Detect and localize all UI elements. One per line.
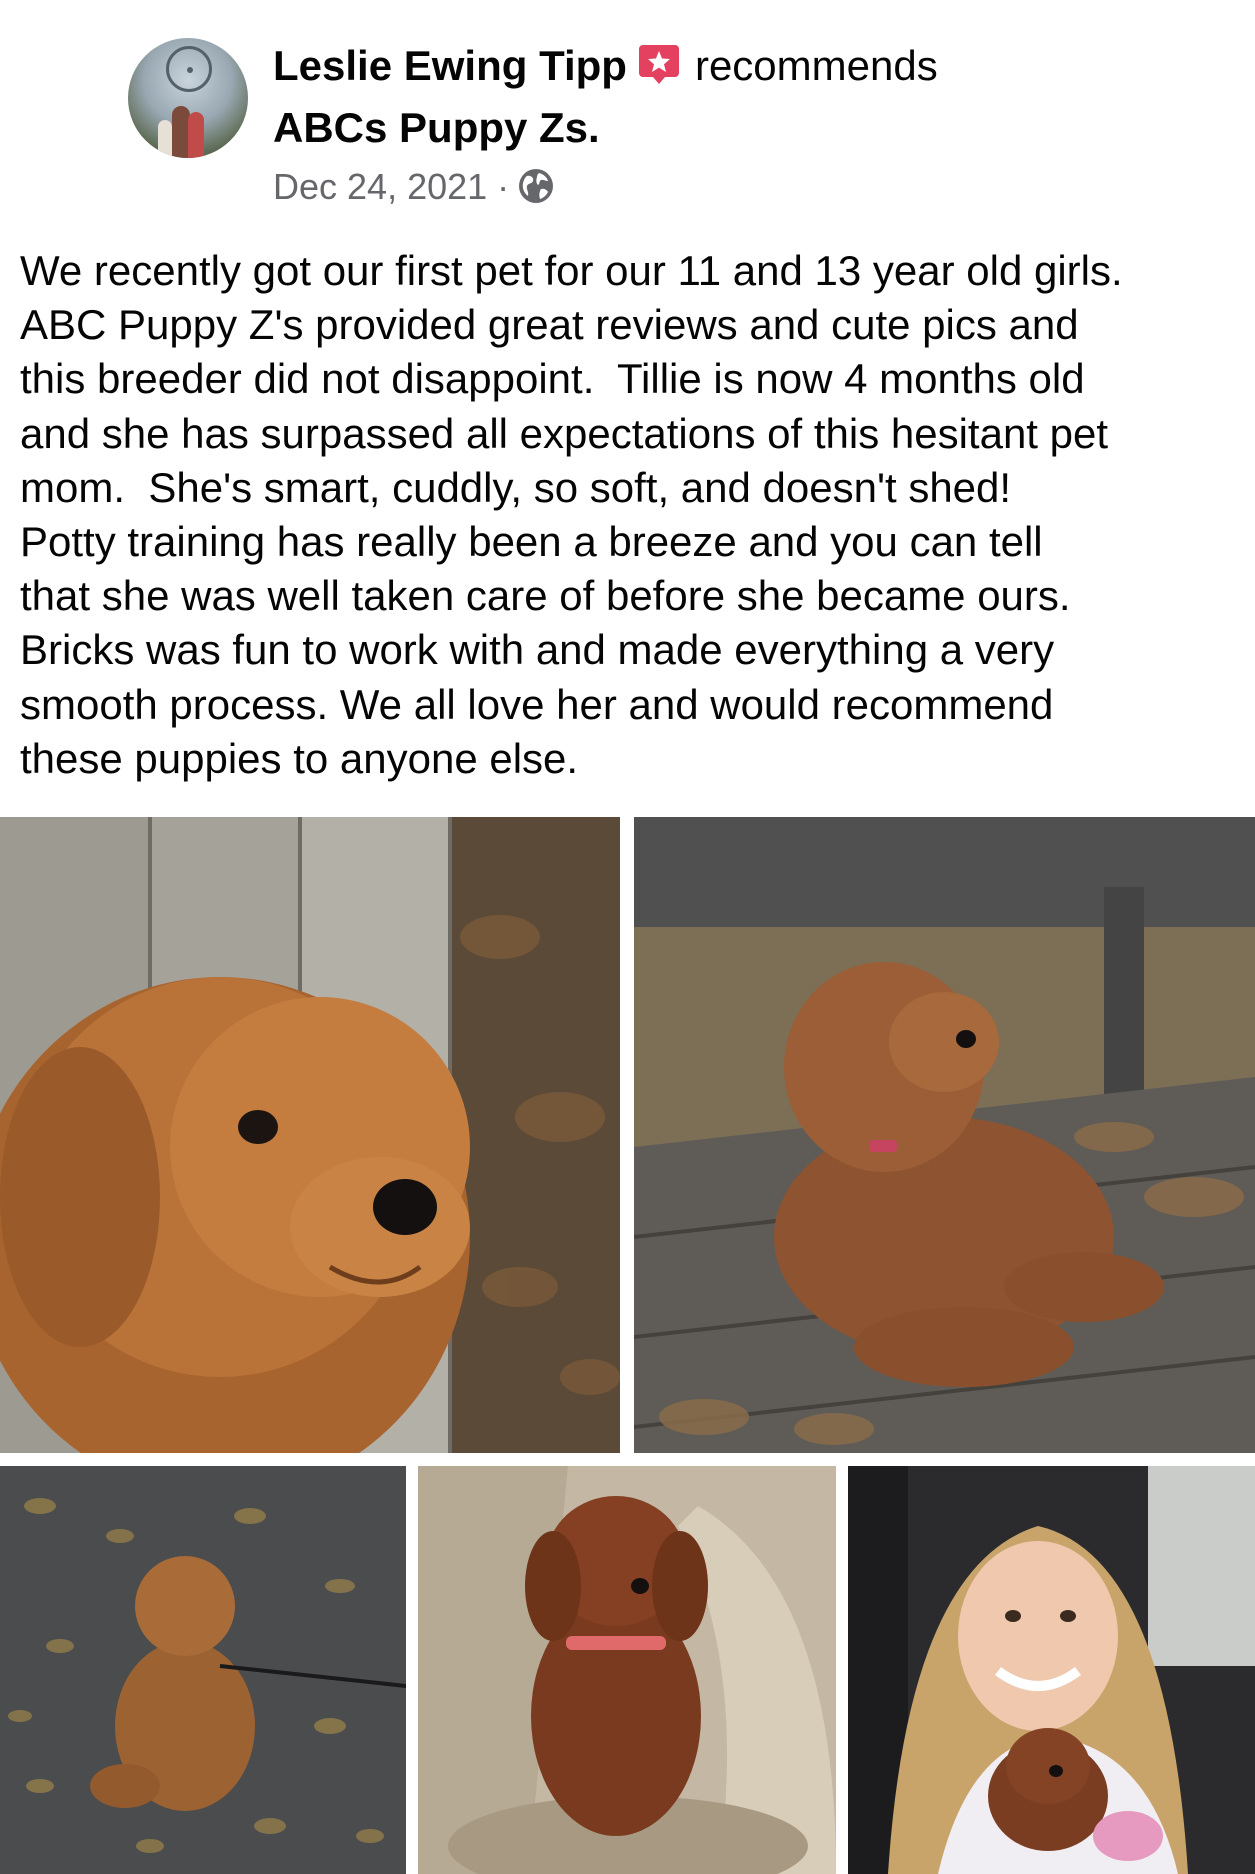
photo-puppy-on-leaves[interactable]	[0, 1466, 406, 1874]
post-body-text: We recently got our first pet for our 11…	[20, 247, 1123, 782]
photo-puppy-on-cushion[interactable]	[418, 1466, 836, 1874]
recommends-label: recommends	[694, 42, 938, 89]
globe-icon[interactable]	[517, 167, 555, 205]
author-name[interactable]: Leslie Ewing Tipp	[273, 42, 627, 89]
post-header: Leslie Ewing Tipp recommends ABCs Puppy …	[0, 0, 1255, 215]
author-avatar[interactable]	[128, 38, 248, 158]
post-meta: Dec 24, 2021 ·	[273, 163, 555, 211]
post-date[interactable]: Dec 24, 2021	[273, 166, 487, 207]
meta-separator: ·	[497, 166, 510, 207]
recommended-page-name[interactable]: ABCs Puppy Zs.	[273, 100, 600, 156]
photo-puppy-closeup[interactable]	[0, 817, 620, 1453]
author-line: Leslie Ewing Tipp recommends	[273, 38, 938, 94]
recommend-star-icon	[637, 42, 681, 86]
photo-girl-holding-puppy[interactable]	[848, 1466, 1255, 1874]
photo-puppy-on-bench[interactable]	[634, 817, 1255, 1453]
